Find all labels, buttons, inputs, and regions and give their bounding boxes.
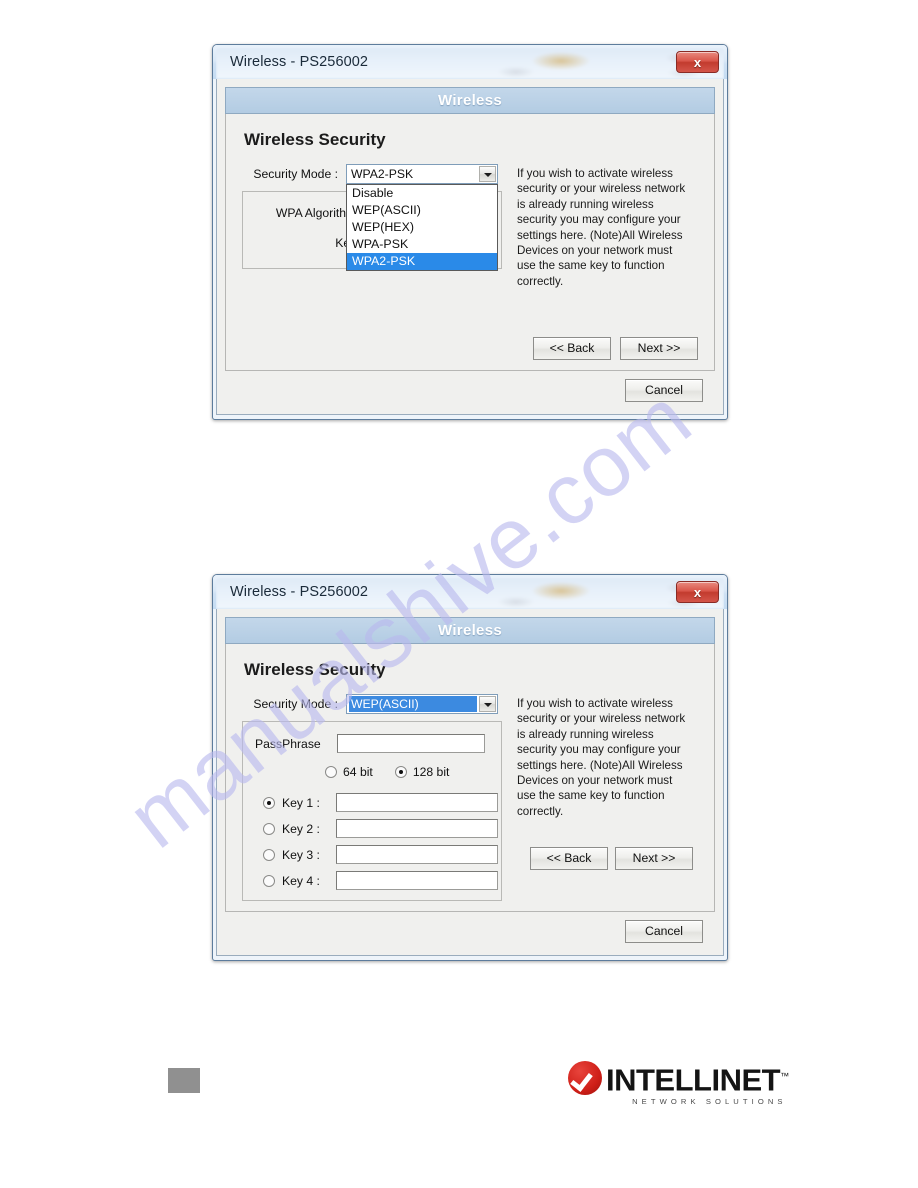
- back-button[interactable]: << Back: [533, 337, 611, 361]
- help-text: If you wish to activate wireless securit…: [517, 697, 686, 818]
- brand-tagline: NETWORK SOLUTIONS: [632, 1097, 787, 1107]
- key-row-3: Key 3 :: [263, 845, 501, 864]
- security-mode-row: Security Mode : WPA2-PSK: [242, 164, 506, 184]
- chevron-down-icon[interactable]: [479, 166, 496, 182]
- checkmark-icon: [568, 1061, 602, 1096]
- key-3-label: Key 3 :: [282, 847, 320, 862]
- dialog2-nav-buttons: << Back Next >>: [517, 841, 693, 871]
- wireless-security-dialog-wpa2: Wireless - PS256002 x Wireless Wireless …: [212, 44, 728, 421]
- dialog2-section-band: Wireless: [225, 617, 715, 644]
- dialog1-titlebar: Wireless - PS256002 x: [216, 48, 724, 79]
- security-mode-value: WEP(ASCII): [349, 696, 477, 712]
- dialog1-panel: Wireless Security Security Mode : WPA2-P…: [225, 114, 715, 372]
- dialog1-help-column: If you wish to activate wireless securit…: [506, 164, 693, 289]
- cancel-button[interactable]: Cancel: [625, 379, 703, 403]
- dialog1-form-column: Security Mode : WPA2-PSK WPA Algorithm :…: [242, 164, 506, 289]
- key-row-2: Key 2 :: [263, 819, 501, 838]
- radio-128bit[interactable]: [394, 766, 407, 778]
- security-mode-value: WPA2-PSK: [351, 167, 414, 181]
- brand-name: INTELLINET™: [606, 1060, 789, 1096]
- dialog2-footer: Cancel: [225, 912, 715, 945]
- dropdown-option-wpa-psk[interactable]: WPA-PSK: [347, 236, 497, 253]
- radio-key-4[interactable]: [263, 874, 275, 887]
- key-1-label: Key 1 :: [282, 795, 320, 810]
- key-4-input[interactable]: [336, 871, 498, 890]
- logo-row: INTELLINET™: [568, 1060, 789, 1096]
- wep-settings-group: PassPhrase 64 bit 128 bit Key 1 : Key 2 …: [242, 721, 502, 901]
- brand-text: INTELLINET: [606, 1062, 781, 1098]
- dialog2-help-column: If you wish to activate wireless securit…: [506, 694, 693, 901]
- help-text: If you wish to activate wireless securit…: [517, 167, 686, 288]
- wireless-security-dialog-wep: Wireless - PS256002 x Wireless Wireless …: [212, 574, 728, 961]
- dialog1-footer: Cancel: [225, 371, 715, 404]
- wpa-algorithm-label: WPA Algorithm :: [275, 206, 363, 220]
- radio-64bit[interactable]: [325, 766, 337, 778]
- wep-bit-radio-group: 64 bit 128 bit: [325, 765, 501, 779]
- security-mode-dropdown-list[interactable]: Disable WEP(ASCII) WEP(HEX) WPA-PSK WPA2…: [346, 184, 498, 271]
- security-mode-select[interactable]: WEP(ASCII): [346, 694, 498, 714]
- close-icon[interactable]: x: [676, 581, 719, 603]
- page-number-marker: [168, 1068, 200, 1093]
- page-title: Wireless Security: [244, 130, 386, 149]
- dropdown-option-wpa2-psk[interactable]: WPA2-PSK: [347, 253, 497, 270]
- dropdown-option-wep-ascii[interactable]: WEP(ASCII): [347, 202, 497, 219]
- key-2-label: Key 2 :: [282, 821, 320, 836]
- key-4-label: Key 4 :: [282, 873, 320, 888]
- intellinet-logo: INTELLINET™ NETWORK SOLUTIONS: [568, 1060, 789, 1106]
- dialog1-columns: Security Mode : WPA2-PSK WPA Algorithm :…: [242, 164, 698, 289]
- key-3-input[interactable]: [336, 845, 498, 864]
- radio-key-2[interactable]: [263, 822, 275, 835]
- passphrase-label: PassPhrase: [255, 736, 321, 751]
- dialog2-chrome: Wireless - PS256002 x: [213, 575, 727, 609]
- radio-key-1[interactable]: [263, 796, 275, 809]
- dialog2-form-column: Security Mode : WEP(ASCII) PassPhrase 64…: [242, 694, 506, 901]
- security-mode-label: Security Mode :: [253, 697, 338, 711]
- key-label: Key :: [243, 236, 363, 250]
- key-row-1: Key 1 :: [263, 793, 501, 812]
- dialog2-columns: Security Mode : WEP(ASCII) PassPhrase 64…: [242, 694, 698, 901]
- chevron-down-icon[interactable]: [479, 696, 496, 712]
- security-mode-label: Security Mode :: [253, 167, 338, 181]
- dialog2-title: Wireless - PS256002: [230, 584, 369, 600]
- dropdown-option-wep-hex[interactable]: WEP(HEX): [347, 219, 497, 236]
- back-button[interactable]: << Back: [530, 847, 608, 871]
- page-title: Wireless Security: [244, 660, 386, 679]
- key-row-4: Key 4 :: [263, 871, 501, 890]
- next-button[interactable]: Next >>: [615, 847, 693, 871]
- key-2-input[interactable]: [336, 819, 498, 838]
- dialog2-body: Wireless Wireless Security Security Mode…: [216, 609, 724, 956]
- key-1-input[interactable]: [336, 793, 498, 812]
- passphrase-row: PassPhrase: [255, 734, 501, 753]
- dropdown-option-disable[interactable]: Disable: [347, 185, 497, 202]
- dialog1-title: Wireless - PS256002: [230, 54, 369, 70]
- dialog1-body: Wireless Wireless Security Security Mode…: [216, 79, 724, 416]
- trademark-icon: ™: [780, 1071, 789, 1081]
- next-button[interactable]: Next >>: [620, 337, 698, 361]
- cancel-button[interactable]: Cancel: [625, 920, 703, 943]
- dialog1-section-band: Wireless: [225, 87, 715, 114]
- dialog1-nav-buttons: << Back Next >>: [242, 331, 698, 361]
- dialog2-panel: Wireless Security Security Mode : WEP(AS…: [225, 644, 715, 912]
- dialog1-chrome: Wireless - PS256002 x: [213, 45, 727, 79]
- security-mode-select[interactable]: WPA2-PSK: [346, 164, 498, 184]
- dialog2-titlebar: Wireless - PS256002 x: [216, 578, 724, 609]
- radio-key-3[interactable]: [263, 848, 275, 861]
- passphrase-input[interactable]: [337, 734, 485, 753]
- radio-128bit-label: 128 bit: [412, 765, 450, 779]
- close-icon[interactable]: x: [676, 51, 719, 73]
- security-mode-row: Security Mode : WEP(ASCII): [242, 694, 506, 714]
- radio-64bit-label: 64 bit: [343, 765, 373, 779]
